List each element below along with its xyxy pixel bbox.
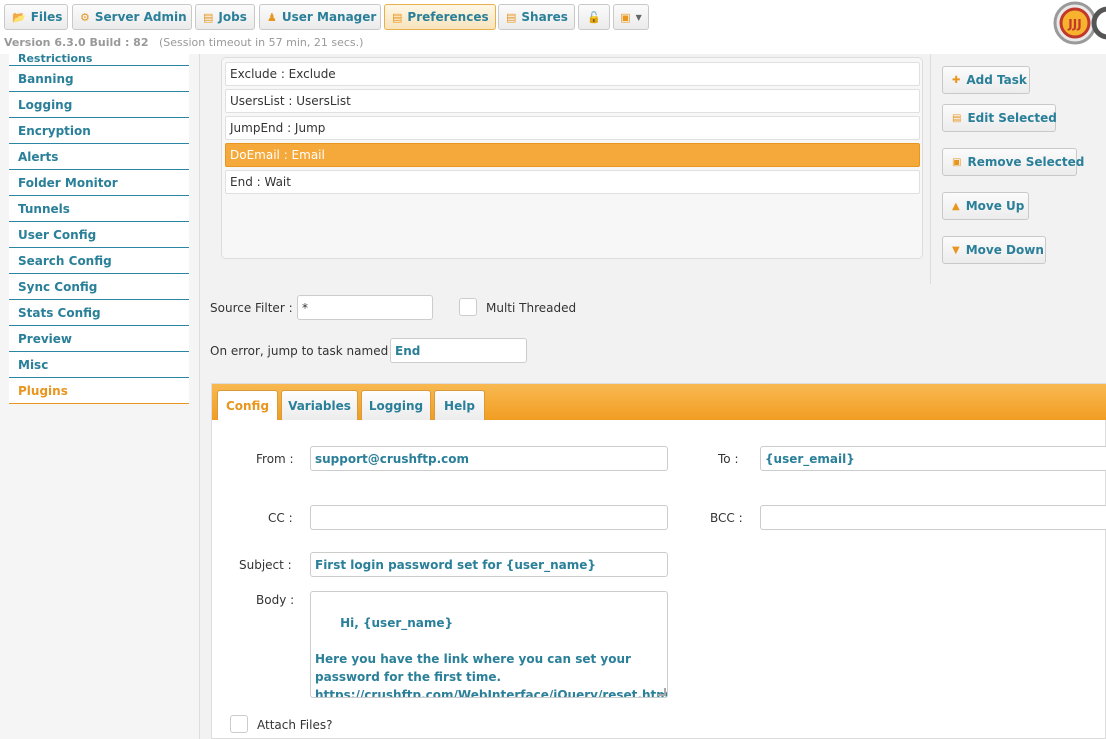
nav-user-manager-button[interactable]: ♟ User Manager [259,4,381,30]
sidebar-item-folder-monitor[interactable]: Folder Monitor [9,170,189,196]
tab-config[interactable]: Config [217,390,278,420]
nav-preferences-button[interactable]: ▤ Preferences [384,4,496,30]
top-nav: 📂 Files ⚙ Server Admin ▤ Jobs ♟ User Man… [0,0,1106,54]
image-icon: ▣ [620,10,631,24]
edit-selected-label: Edit Selected [967,111,1057,125]
attach-files-label: Attach Files? [257,718,333,732]
sidebar-item-logging[interactable]: Logging [9,92,189,118]
document-icon: ▤ [952,112,962,124]
nav-jobs-label: Jobs [218,10,247,24]
task-row[interactable]: Exclude : Exclude [225,62,920,86]
sidebar-item-plugins[interactable]: Plugins [9,378,189,404]
sidebar-item-preview[interactable]: Preview [9,326,189,352]
sidebar-item-search-config[interactable]: Search Config [9,248,189,274]
share-icon: ▤ [506,10,517,24]
move-down-button[interactable]: ▼ Move Down [942,236,1046,264]
sidebar-item-restrictions[interactable]: Restrictions [9,54,189,66]
folder-icon: 📂 [12,10,26,24]
body-textarea[interactable]: Hi, {user_name} Here you have the link w… [310,591,668,698]
chevron-down-icon: ▼ [635,12,642,22]
to-input[interactable] [760,446,1106,471]
resize-handle[interactable] [658,688,666,696]
tab-help[interactable]: Help [434,390,485,420]
on-error-input[interactable] [390,338,527,363]
user-icon: ♟ [267,10,277,24]
sidebar-item-sync-config[interactable]: Sync Config [9,274,189,300]
move-up-label: Move Up [965,199,1025,213]
sidebar: Restrictions Banning Logging Encryption … [0,54,200,739]
plus-icon: ✚ [952,74,961,86]
nav-user-manager-label: User Manager [281,10,377,24]
bcc-label: BCC : [710,511,743,525]
add-task-label: Add Task [966,73,1027,87]
crushftp-logo: JJJ [1050,0,1106,48]
arrow-down-icon: ▼ [952,244,960,256]
nav-lock-button[interactable]: 🔓 [578,4,610,30]
nav-server-admin-button[interactable]: ⚙ Server Admin [72,4,192,30]
move-up-button[interactable]: ▲ Move Up [942,192,1029,220]
remove-selected-button[interactable]: ▣ Remove Selected [942,148,1084,176]
nav-preferences-label: Preferences [407,10,489,24]
nav-jobs-button[interactable]: ▤ Jobs [195,4,255,30]
tab-logging[interactable]: Logging [361,390,431,420]
cc-input[interactable] [310,505,668,530]
arrow-up-icon: ▲ [952,200,960,212]
bcc-input[interactable] [760,505,1106,530]
move-down-label: Move Down [965,243,1044,257]
subject-label: Subject : [239,558,292,572]
nav-shares-label: Shares [521,10,568,24]
source-filter-label: Source Filter : [210,301,293,315]
multi-threaded-checkbox[interactable] [459,298,477,316]
add-task-button[interactable]: ✚ Add Task [942,66,1030,94]
trash-icon: ▣ [952,156,962,168]
from-input[interactable] [310,446,668,471]
attach-files-checkbox[interactable] [230,715,248,733]
cc-label: CC : [268,511,293,525]
tab-variables[interactable]: Variables [281,390,358,420]
body-label: Body : [256,593,295,607]
sidebar-item-stats-config[interactable]: Stats Config [9,300,189,326]
preferences-icon: ▤ [392,10,403,24]
nav-files-label: Files [30,10,63,24]
sidebar-item-alerts[interactable]: Alerts [9,144,189,170]
sidebar-item-banning[interactable]: Banning [9,66,189,92]
edit-selected-button[interactable]: ▤ Edit Selected [942,104,1057,132]
task-row[interactable]: End : Wait [225,170,920,194]
task-row[interactable]: JumpEnd : Jump [225,116,920,140]
remove-selected-label: Remove Selected [967,155,1085,169]
task-row[interactable]: UsersList : UsersList [225,89,920,113]
sidebar-list: Restrictions Banning Logging Encryption … [9,54,189,404]
multi-threaded-label: Multi Threaded [486,301,577,315]
on-error-label: On error, jump to task named : [210,344,397,358]
sidebar-item-misc[interactable]: Misc [9,352,189,378]
source-filter-input[interactable] [297,295,433,320]
nav-server-admin-label: Server Admin [94,10,187,24]
gear-icon: ⚙ [80,10,90,24]
lock-icon: 🔓 [587,10,601,24]
version-label: Version 6.3.0 Build : 82 [4,36,149,49]
task-row-selected[interactable]: DoEmail : Email [225,143,920,167]
nav-files-button[interactable]: 📂 Files [4,4,68,30]
divider [930,54,931,284]
nav-shares-button[interactable]: ▤ Shares [498,4,575,30]
to-label: To : [718,452,739,466]
jobs-icon: ▤ [203,10,214,24]
sidebar-item-encryption[interactable]: Encryption [9,118,189,144]
sidebar-item-tunnels[interactable]: Tunnels [9,196,189,222]
main-content: Exclude : Exclude UsersList : UsersList … [200,54,1106,739]
version-info: Version 6.3.0 Build : 82 (Session timeou… [4,36,363,49]
from-label: From : [256,452,294,466]
subject-input[interactable] [310,552,668,577]
svg-text:JJJ: JJJ [1067,17,1081,31]
sidebar-item-user-config[interactable]: User Config [9,222,189,248]
session-timeout: (Session timeout in 57 min, 21 secs.) [158,36,364,49]
tab-bar: Config Variables Logging Help [212,384,1106,420]
config-panel: Config Variables Logging Help From : To … [211,383,1106,739]
body-text: Hi, {user_name} Here you have the link w… [315,616,668,698]
nav-image-menu-button[interactable]: ▣ ▼ [613,4,649,30]
task-list: Exclude : Exclude UsersList : UsersList … [221,57,923,259]
